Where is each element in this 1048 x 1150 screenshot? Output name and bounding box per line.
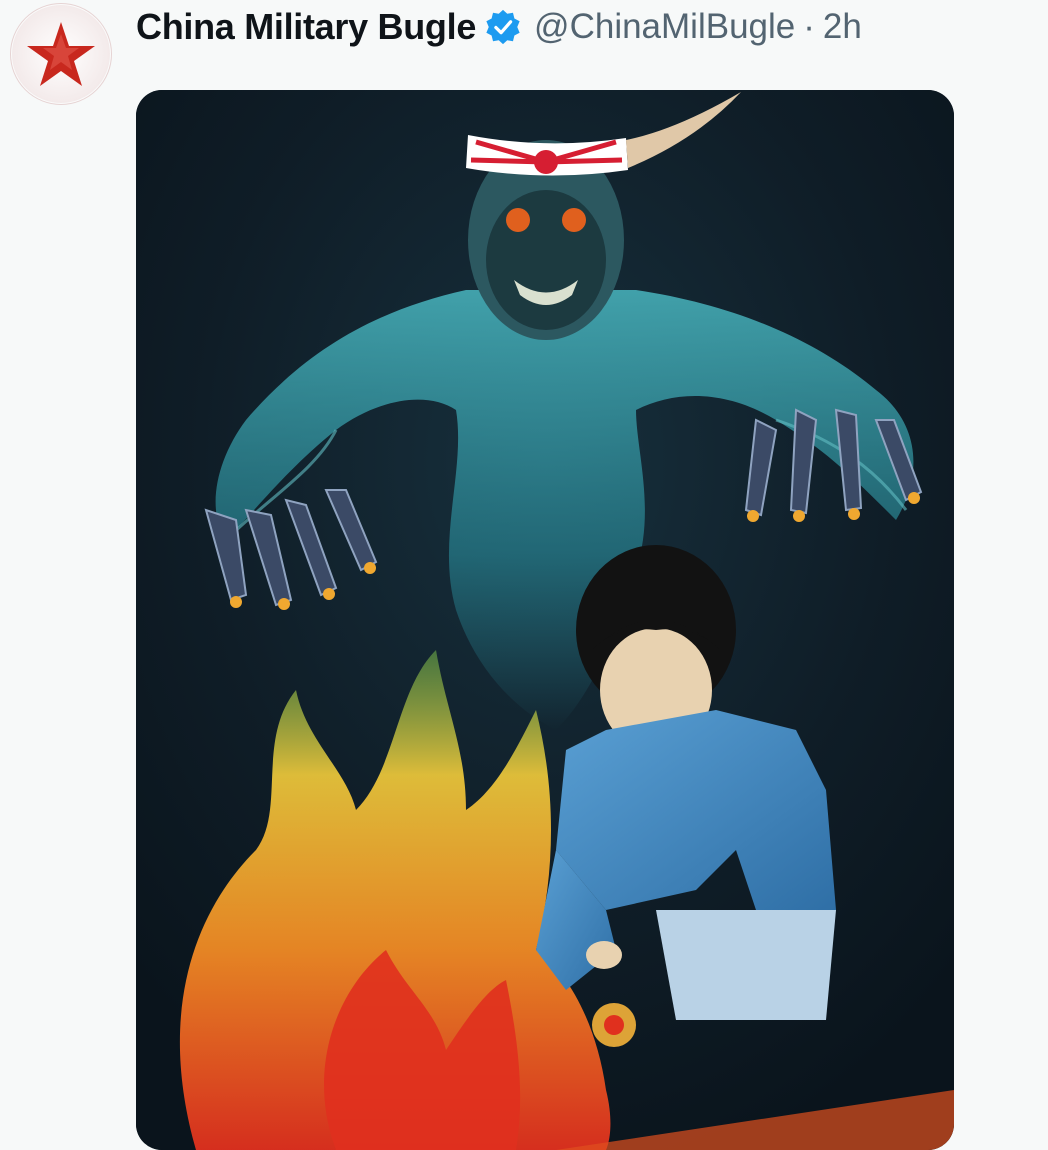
author-handle[interactable]: @ChinaMilBugle xyxy=(534,7,795,47)
red-star-icon xyxy=(12,5,110,103)
author-display-name[interactable]: China Military Bugle xyxy=(136,6,476,48)
illustration-image xyxy=(136,90,954,1150)
tweet-media-image[interactable] xyxy=(136,90,954,1150)
tweet-timestamp[interactable]: 2h xyxy=(823,7,862,47)
tweet-header: China Military Bugle @ChinaMilBugle · 2h xyxy=(136,4,862,50)
meta-separator: · xyxy=(803,7,815,46)
author-avatar[interactable] xyxy=(10,3,112,105)
verified-badge-icon xyxy=(484,8,522,46)
